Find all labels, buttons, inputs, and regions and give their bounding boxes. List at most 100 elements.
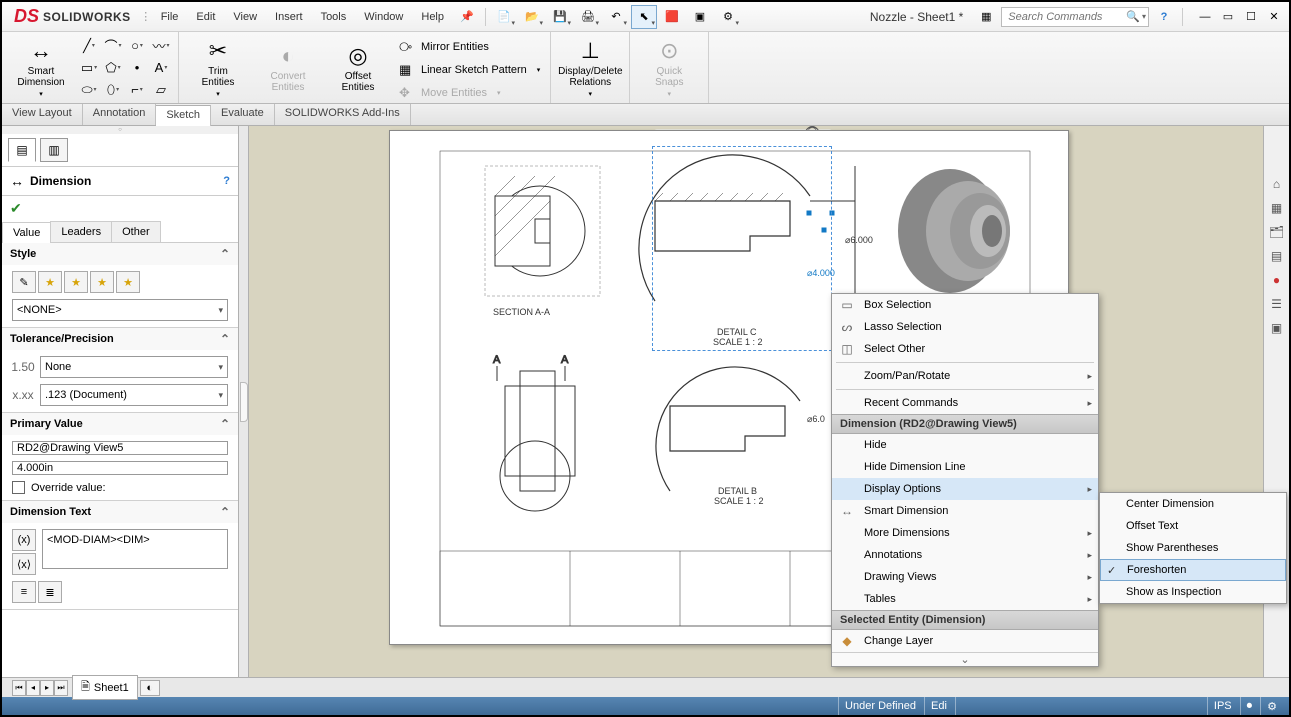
arc-tool[interactable]: ⌒ (102, 36, 124, 56)
rail-custom-props-icon[interactable]: ☰ (1267, 294, 1287, 314)
tolerance-collapse-icon[interactable]: ⌃ (220, 332, 230, 346)
tab-evaluate[interactable]: Evaluate (211, 104, 275, 125)
ctx-expand-icon[interactable] (832, 652, 1098, 666)
style-add-favorite[interactable]: ★ (38, 271, 62, 293)
sub-center-dimension[interactable]: Center Dimension (1100, 493, 1286, 515)
dimtext-justify-center[interactable]: ≣ (38, 581, 62, 603)
tab-view-layout[interactable]: View Layout (2, 104, 83, 125)
undo-button[interactable]: ↶ (603, 5, 629, 29)
ctx-hide-dimension-line[interactable]: Hide Dimension Line (832, 456, 1098, 478)
rail-forum-icon[interactable]: ▣ (1267, 318, 1287, 338)
linear-sketch-pattern-button[interactable]: ▦Linear Sketch Pattern▾ (395, 59, 544, 80)
spline-tool[interactable]: 〰 (150, 36, 172, 56)
restore-button[interactable]: ▭ (1217, 8, 1239, 26)
sheet-add-icon[interactable]: ◐ (140, 680, 160, 696)
style-select[interactable]: <NONE> (12, 299, 228, 321)
fillet-tool[interactable]: ⌐ (126, 80, 148, 100)
ctx-drawing-views[interactable]: Drawing Views (832, 566, 1098, 588)
style-delete-favorite[interactable]: ★ (64, 271, 88, 293)
open-doc-button[interactable]: 📂 (519, 5, 545, 29)
sheet-last-icon[interactable]: ⏭ (54, 680, 68, 696)
file-properties-button[interactable]: ▣ (687, 5, 713, 29)
polygon-tool[interactable]: ⬠ (102, 58, 124, 78)
ctx-select-other[interactable]: ◫Select Other (832, 338, 1098, 360)
ctx-tables[interactable]: Tables (832, 588, 1098, 610)
sub-show-parentheses[interactable]: Show Parentheses (1100, 537, 1286, 559)
print-button[interactable]: 🖨 (575, 5, 601, 29)
ctx-box-selection[interactable]: ▭Box Selection (832, 294, 1098, 316)
ctx-lasso-selection[interactable]: ᔕLasso Selection (832, 316, 1098, 338)
rebuild-button[interactable]: 🟥 (659, 5, 685, 29)
tab-sketch[interactable]: Sketch (156, 105, 211, 126)
rail-design-library-icon[interactable]: ▦ (1267, 198, 1287, 218)
style-save-favorite[interactable]: ★ (90, 271, 114, 293)
options-button[interactable]: ⚙ (715, 5, 741, 29)
ctx-more-dimensions[interactable]: More Dimensions (832, 522, 1098, 544)
panel-ok-button[interactable]: ✔ (2, 196, 238, 221)
rail-home-icon[interactable]: ⌂ (1267, 174, 1287, 194)
display-delete-relations-button[interactable]: ⊥Display/Delete Relations▾ (557, 35, 623, 101)
menu-resize-grip[interactable]: ⋮ (141, 7, 151, 27)
dimension-name-field[interactable]: RD2@Drawing View5 (12, 441, 228, 455)
rail-view-palette-icon[interactable]: ▤ (1267, 246, 1287, 266)
smart-dimension-button[interactable]: ↔ Smart Dimension ▾ (8, 35, 74, 101)
rail-appearances-icon[interactable]: ● (1267, 270, 1287, 290)
help-button[interactable]: ? (1151, 5, 1177, 29)
mirror-entities-button[interactable]: ⧂Mirror Entities (395, 36, 544, 57)
feature-manager-tab[interactable]: ▤ (8, 138, 36, 162)
search-dropdown-icon[interactable]: ▾ (1142, 12, 1146, 21)
style-collapse-icon[interactable]: ⌃ (220, 247, 230, 261)
tab-solidworks-addins[interactable]: SOLIDWORKS Add-Ins (275, 104, 411, 125)
plane-tool[interactable]: ▱ (150, 80, 172, 100)
menu-window[interactable]: Window (356, 8, 411, 26)
menu-file[interactable]: File (153, 8, 187, 26)
line-tool[interactable]: ╱ (78, 36, 100, 56)
sub-show-as-inspection[interactable]: Show as Inspection (1100, 581, 1286, 603)
minimize-button[interactable]: — (1194, 8, 1216, 26)
search-commands-box[interactable]: 🔍 ▾ (1001, 7, 1149, 27)
new-doc-button[interactable]: 📄 (491, 5, 517, 29)
search-input[interactable] (1004, 11, 1124, 23)
config-manager-tab[interactable]: ▥ (40, 138, 68, 162)
override-value-checkbox[interactable]: Override value: (12, 481, 228, 494)
panel-help-icon[interactable]: ? (223, 175, 230, 187)
ctx-change-layer[interactable]: ◆Change Layer (832, 630, 1098, 652)
drawing-canvas[interactable]: 🔍 🔎 ↶ ◐ ▦▾ 👁▾ (249, 126, 1263, 677)
menu-view[interactable]: View (225, 8, 265, 26)
dimtext-center-icon[interactable]: (x) (12, 529, 36, 551)
status-options-icon[interactable]: ⚙ (1260, 697, 1283, 715)
dimension-text-input[interactable]: <MOD-DIAM><DIM> (42, 529, 228, 569)
sub-offset-text[interactable]: Offset Text (1100, 515, 1286, 537)
panel-drag-handle[interactable] (2, 126, 238, 134)
primary-value-collapse-icon[interactable]: ⌃ (220, 417, 230, 431)
dim-d6b[interactable]: ⌀6.0 (807, 414, 825, 425)
sheet-tab-1[interactable]: 🗎Sheet1 (72, 675, 138, 700)
dimtext-justify-left[interactable]: ≡ (12, 581, 36, 603)
ctx-hide[interactable]: Hide (832, 434, 1098, 456)
tab-annotation[interactable]: Annotation (83, 104, 157, 125)
ctx-smart-dimension[interactable]: ↔Smart Dimension (832, 500, 1098, 522)
save-button[interactable]: 💾 (547, 5, 573, 29)
ellipse-tool[interactable]: ⬯ (102, 80, 124, 100)
status-units[interactable]: IPS (1207, 697, 1238, 715)
dimtext-offset-icon[interactable]: ⟨x⟩ (12, 553, 36, 575)
sheet-prev-icon[interactable]: ◂ (26, 680, 40, 696)
select-button[interactable]: ⬉ (631, 5, 657, 29)
slot-tool[interactable]: ⬭ (78, 80, 100, 100)
subtab-value[interactable]: Value (2, 222, 51, 243)
ctx-annotations[interactable]: Annotations (832, 544, 1098, 566)
sheet-next-icon[interactable]: ▸ (40, 680, 54, 696)
menu-tools[interactable]: Tools (313, 8, 355, 26)
pushpin-icon[interactable]: 📌 (454, 5, 480, 29)
sheet-first-icon[interactable]: ⏮ (12, 680, 26, 696)
panel-splitter[interactable] (239, 126, 249, 677)
offset-entities-button[interactable]: ◎Offset Entities (325, 35, 391, 101)
text-tool[interactable]: A (150, 58, 172, 78)
ctx-zoom-pan-rotate[interactable]: Zoom/Pan/Rotate (832, 365, 1098, 387)
close-button[interactable]: ✕ (1263, 8, 1285, 26)
menu-edit[interactable]: Edit (188, 8, 223, 26)
menu-insert[interactable]: Insert (267, 8, 311, 26)
ctx-display-options[interactable]: Display Options (832, 478, 1098, 500)
dim-d6[interactable]: ⌀6.000 (845, 235, 873, 246)
menu-help[interactable]: Help (413, 8, 452, 26)
